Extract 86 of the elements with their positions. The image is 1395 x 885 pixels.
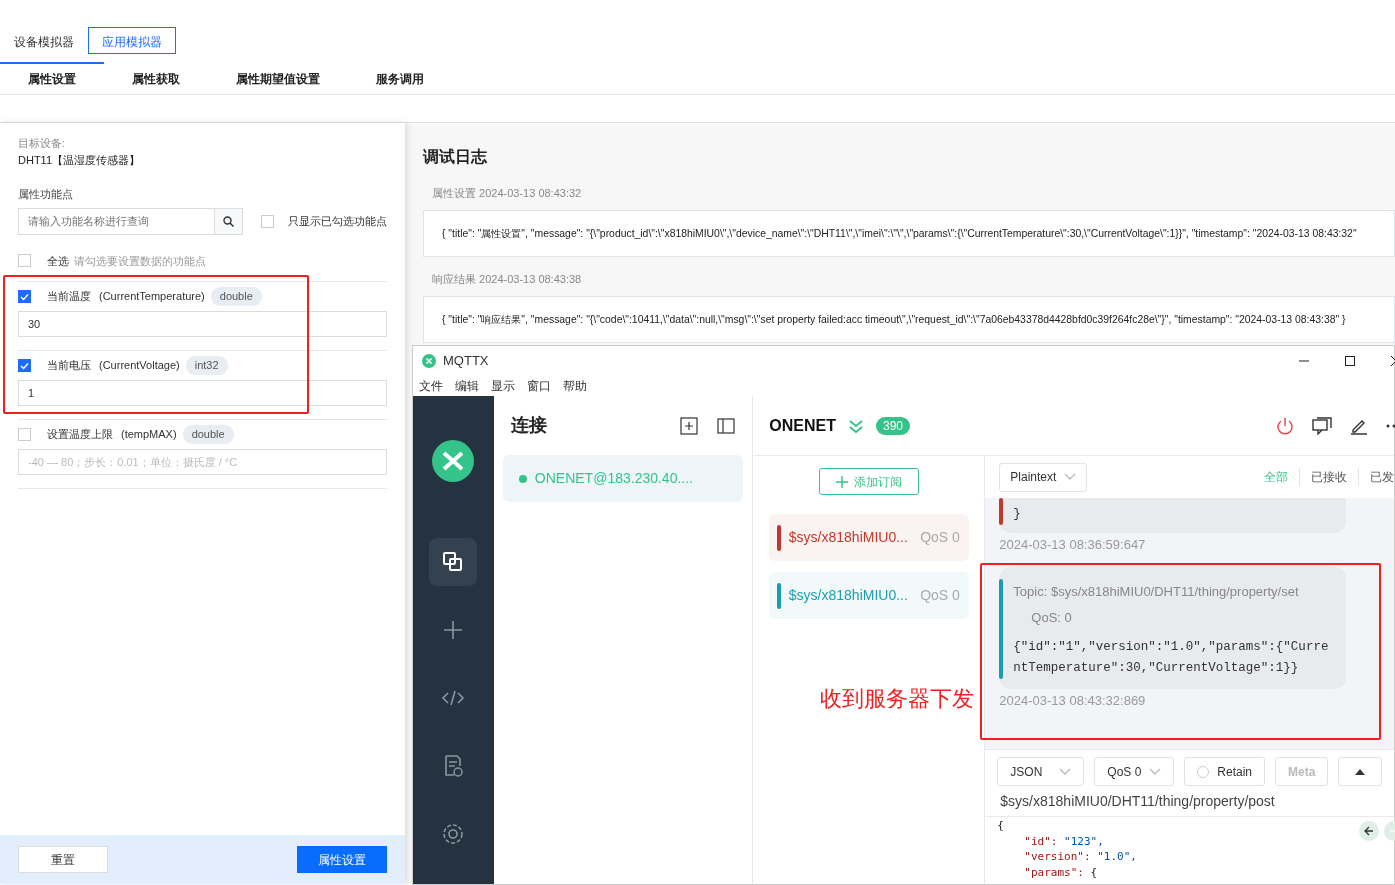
checkbox-label: 全选 [47, 253, 69, 269]
caret-up-icon [1355, 768, 1366, 775]
device-name: DHT11【温湿度传感器】 [18, 152, 142, 168]
code-line: { [997, 818, 1004, 834]
menu-item[interactable]: 显示 [491, 376, 515, 395]
log-text: { "title": "响应结果", "message": "{\"code\":10411,\"data\":null,\"msg\":\"set property failed:acc timeout\",\"request_id\":\"7a06eb43378d4428bfd0c39f264fc28e\"}", "timestamp": "2024-03-13 08:43:38" } [442, 313, 1346, 325]
filter-tab[interactable]: 已接收 [1299, 468, 1358, 486]
topic-field[interactable]: $sys/x818hiMIU0/DHT11/thing/property/post [985, 786, 1394, 817]
sidebar-toggle-icon[interactable] [717, 417, 736, 434]
connection-title: ONENET [769, 415, 836, 436]
message-time: 2024-03-13 08:43:32:869 [999, 692, 1147, 711]
property-identifier: (CurrentVoltage) [99, 358, 180, 374]
checkbox-label: 只显示已勾选功能点 [288, 213, 387, 229]
tab[interactable]: 应用模拟器 [88, 27, 176, 54]
qos-text: QoS 0 [920, 586, 960, 605]
log-text: { "title": "属性设置", "message": "{\"product_id\":\"x818hiMIU0\",\"device_name\":\"DHT11\",\"imei\":\"\",\"params\":{\"CurrentTemperature\":30,\"CurrentVoltage\":1}}", "timestamp": "2024-03-13 08:43:32" [442, 227, 1357, 239]
filter-tab[interactable]: 已发 [1358, 468, 1394, 486]
property-identifier: (CurrentTemperature) [99, 289, 205, 305]
back-button[interactable] [1359, 821, 1379, 841]
code-line: "version": "1.0", [1023, 849, 1137, 865]
qos-text: QoS: 0 [1031, 608, 1072, 627]
message-payload: {"id":"1","version":"1.0","params":{"CurrentTemperature":30,"CurrentVoltage":1}} [1013, 638, 1330, 677]
topic-text: $sys/x818hiMIU0... [788, 528, 908, 547]
code-line: "params": { [1023, 864, 1098, 880]
input-field[interactable]: 1 [18, 380, 387, 406]
annotation-text: 收到服务器下发 [820, 685, 974, 713]
field-label: 目标设备: [18, 136, 67, 151]
status-dot [518, 474, 527, 483]
type-tag: double [210, 287, 262, 306]
checkbox[interactable] [18, 428, 31, 441]
menu-item[interactable]: 编辑 [455, 376, 479, 395]
app-logo-icon [432, 440, 475, 482]
property-name: 当前电压 [47, 358, 91, 374]
type-tag: int32 [185, 356, 228, 375]
chevron-down-icon [1059, 767, 1072, 776]
section-title: 调试日志 [423, 147, 488, 167]
input-field[interactable]: 30 [18, 311, 387, 337]
plus-icon [835, 475, 848, 488]
message-time: 2024-03-13 08:36:59:647 [999, 536, 1147, 555]
section-label: 属性功能点 [18, 187, 74, 202]
menu-item[interactable]: 帮助 [563, 376, 587, 395]
connection-name: ONENET@183.230.40.... [534, 469, 693, 488]
hint-text: 请勾选要设置数据的功能点 [74, 253, 206, 269]
window-title: MQTTX [443, 351, 489, 370]
count-badge: 390 [876, 416, 911, 435]
menu-item[interactable]: 文件 [419, 376, 443, 395]
expand-button[interactable] [1338, 757, 1383, 786]
property-identifier: (tempMAX) [121, 427, 177, 443]
add-icon[interactable] [680, 416, 699, 435]
reset-button[interactable]: 重置 [18, 846, 108, 873]
maximize-icon[interactable] [1344, 354, 1356, 367]
panel-title: 连接 [510, 414, 547, 437]
retain-toggle[interactable]: Retain [1184, 757, 1266, 786]
format-dropdown[interactable]: Plaintext [999, 462, 1088, 492]
search-icon [223, 215, 234, 227]
type-tag: double [182, 425, 234, 444]
log-label: 属性设置 2024-03-13 08:43:32 [432, 186, 583, 201]
checkbox[interactable] [18, 359, 31, 372]
topic-text: $sys/x818hiMIU0... [788, 586, 908, 605]
search-button[interactable] [215, 207, 243, 235]
message-payload: } [1013, 506, 1021, 523]
log-label: 响应结果 2024-03-13 08:43:38 [432, 272, 583, 288]
chevron-down-icon [1064, 473, 1077, 481]
qos-dropdown[interactable]: QoS 0 [1094, 757, 1175, 786]
power-icon[interactable] [1276, 416, 1294, 435]
settings-icon [441, 822, 466, 846]
search-field[interactable]: 请输入功能名称进行查询 [18, 207, 215, 235]
checkbox[interactable] [18, 290, 31, 303]
input-field[interactable]: -40 — 80；步长：0.01；单位：摄氏度 / °C [18, 449, 387, 475]
sidebar-button[interactable] [429, 538, 478, 586]
app-logo-icon [422, 353, 436, 368]
message-topic: Topic: $sys/x818hiMIU0/DHT11/thing/property/set [1013, 583, 1299, 599]
menu-item[interactable]: 窗口 [527, 376, 551, 395]
code-line: "id": "123", [1023, 833, 1104, 849]
qos-text: QoS 0 [920, 528, 960, 547]
chevron-down-icon [1149, 767, 1162, 776]
property-name: 设置温度上限 [47, 427, 113, 443]
checkbox[interactable] [18, 254, 31, 268]
submit-button[interactable]: 属性设置 [297, 846, 387, 873]
subscription-item[interactable]: $sys/x818hiMIU0... QoS 0 [768, 514, 969, 561]
more-icon[interactable] [1386, 423, 1395, 428]
checkbox[interactable] [261, 214, 274, 228]
arrow-left-icon [1364, 826, 1374, 836]
format-dropdown[interactable]: JSON [997, 757, 1085, 786]
property-name: 当前温度 [47, 289, 91, 305]
chat-icon[interactable] [1312, 416, 1332, 435]
